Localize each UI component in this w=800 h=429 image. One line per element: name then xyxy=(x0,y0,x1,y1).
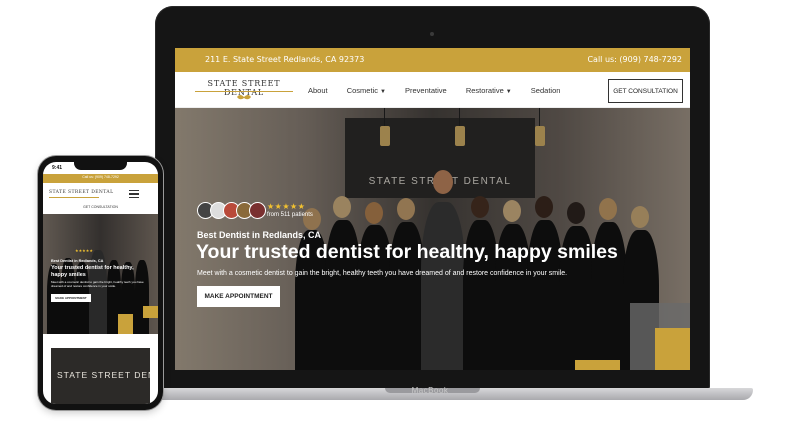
hero-kicker: Best Dentist in Redlands, CA xyxy=(197,230,322,240)
make-appointment-button[interactable]: MAKE APPOINTMENT xyxy=(197,286,280,307)
get-consultation-button[interactable]: GET CONSULTATION xyxy=(608,79,683,103)
phone-hero-subtitle: Meet with a cosmetic dentist to gain the… xyxy=(51,280,144,288)
decorative-gold-block xyxy=(143,306,158,318)
topbar-phone-link[interactable]: Call us: (909) 748-7292 xyxy=(587,55,682,64)
phone-logo[interactable]: STATE STREET DENTAL xyxy=(49,190,113,195)
review-site-icon xyxy=(249,202,266,219)
phone-screen: 9:41 Call us: (909) 748-7292 STATE STREE… xyxy=(43,162,158,404)
nav-item-preventative[interactable]: Preventative xyxy=(405,86,447,95)
decorative-gold-block xyxy=(575,360,620,370)
phone-office-sign: STATE STREET DENTAL xyxy=(57,370,150,380)
laptop-camera xyxy=(430,32,434,36)
site-logo[interactable]: STATE STREET DENTAL xyxy=(193,77,295,103)
decorative-gold-block xyxy=(118,314,133,334)
nav-item-sedation[interactable]: Sedation xyxy=(531,86,561,95)
phone-make-appointment-button[interactable]: MAKE APPOINTMENT xyxy=(51,294,91,302)
laptop-screen: 211 E. State Street Redlands, CA 92373 C… xyxy=(175,48,690,370)
decorative-gold-block xyxy=(655,328,690,370)
phone-hero-kicker: Best Dentist in Redlands, CA xyxy=(51,259,104,263)
logo-divider xyxy=(195,91,293,92)
phone-office-photo: STATE STREET DENTAL xyxy=(51,348,150,404)
tooth-logo-icon xyxy=(237,95,251,100)
phone-logo-divider xyxy=(49,197,99,198)
topbar-address: 211 E. State Street Redlands, CA 92373 xyxy=(205,55,365,64)
star-rating: ★★★★★ xyxy=(267,202,306,211)
phone-status-time: 9:41 xyxy=(52,165,63,171)
site-nav: STATE STREET DENTAL About Cosmetic ▼ Prev… xyxy=(175,72,690,108)
chevron-down-icon: ▼ xyxy=(379,89,386,95)
phone-topbar-text[interactable]: Call us: (909) 748-7292 xyxy=(43,175,158,179)
nav-menu: About Cosmetic ▼ Preventative Restorative… xyxy=(308,86,577,95)
hamburger-menu-icon[interactable] xyxy=(129,190,139,198)
site-topbar: 211 E. State Street Redlands, CA 92373 C… xyxy=(175,48,690,72)
review-count: from 511 patients xyxy=(267,212,313,218)
phone-hero-title: Your trusted dentist for healthy, happy … xyxy=(51,265,134,278)
phone-topbar: Call us: (909) 748-7292 xyxy=(43,174,158,183)
chevron-down-icon: ▼ xyxy=(505,89,512,95)
laptop-brand-label: MacBook xyxy=(411,386,449,395)
hero-title: Your trusted dentist for healthy, happy … xyxy=(196,241,618,263)
phone-notch xyxy=(74,161,127,170)
nav-item-about[interactable]: About xyxy=(308,86,328,95)
phone-hero: ★★★★★ Best Dentist in Redlands, CA Your … xyxy=(43,214,158,334)
nav-item-cosmetic[interactable]: Cosmetic ▼ xyxy=(347,86,386,95)
phone-star-rating: ★★★★★ xyxy=(75,248,93,253)
hero-section: STATE STREET DENTAL xyxy=(175,108,690,370)
nav-item-restorative[interactable]: Restorative ▼ xyxy=(466,86,512,95)
phone-consultation-link[interactable]: GET CONSULTATION xyxy=(43,205,158,209)
hero-subtitle: Meet with a cosmetic dentist to gain the… xyxy=(197,270,568,277)
